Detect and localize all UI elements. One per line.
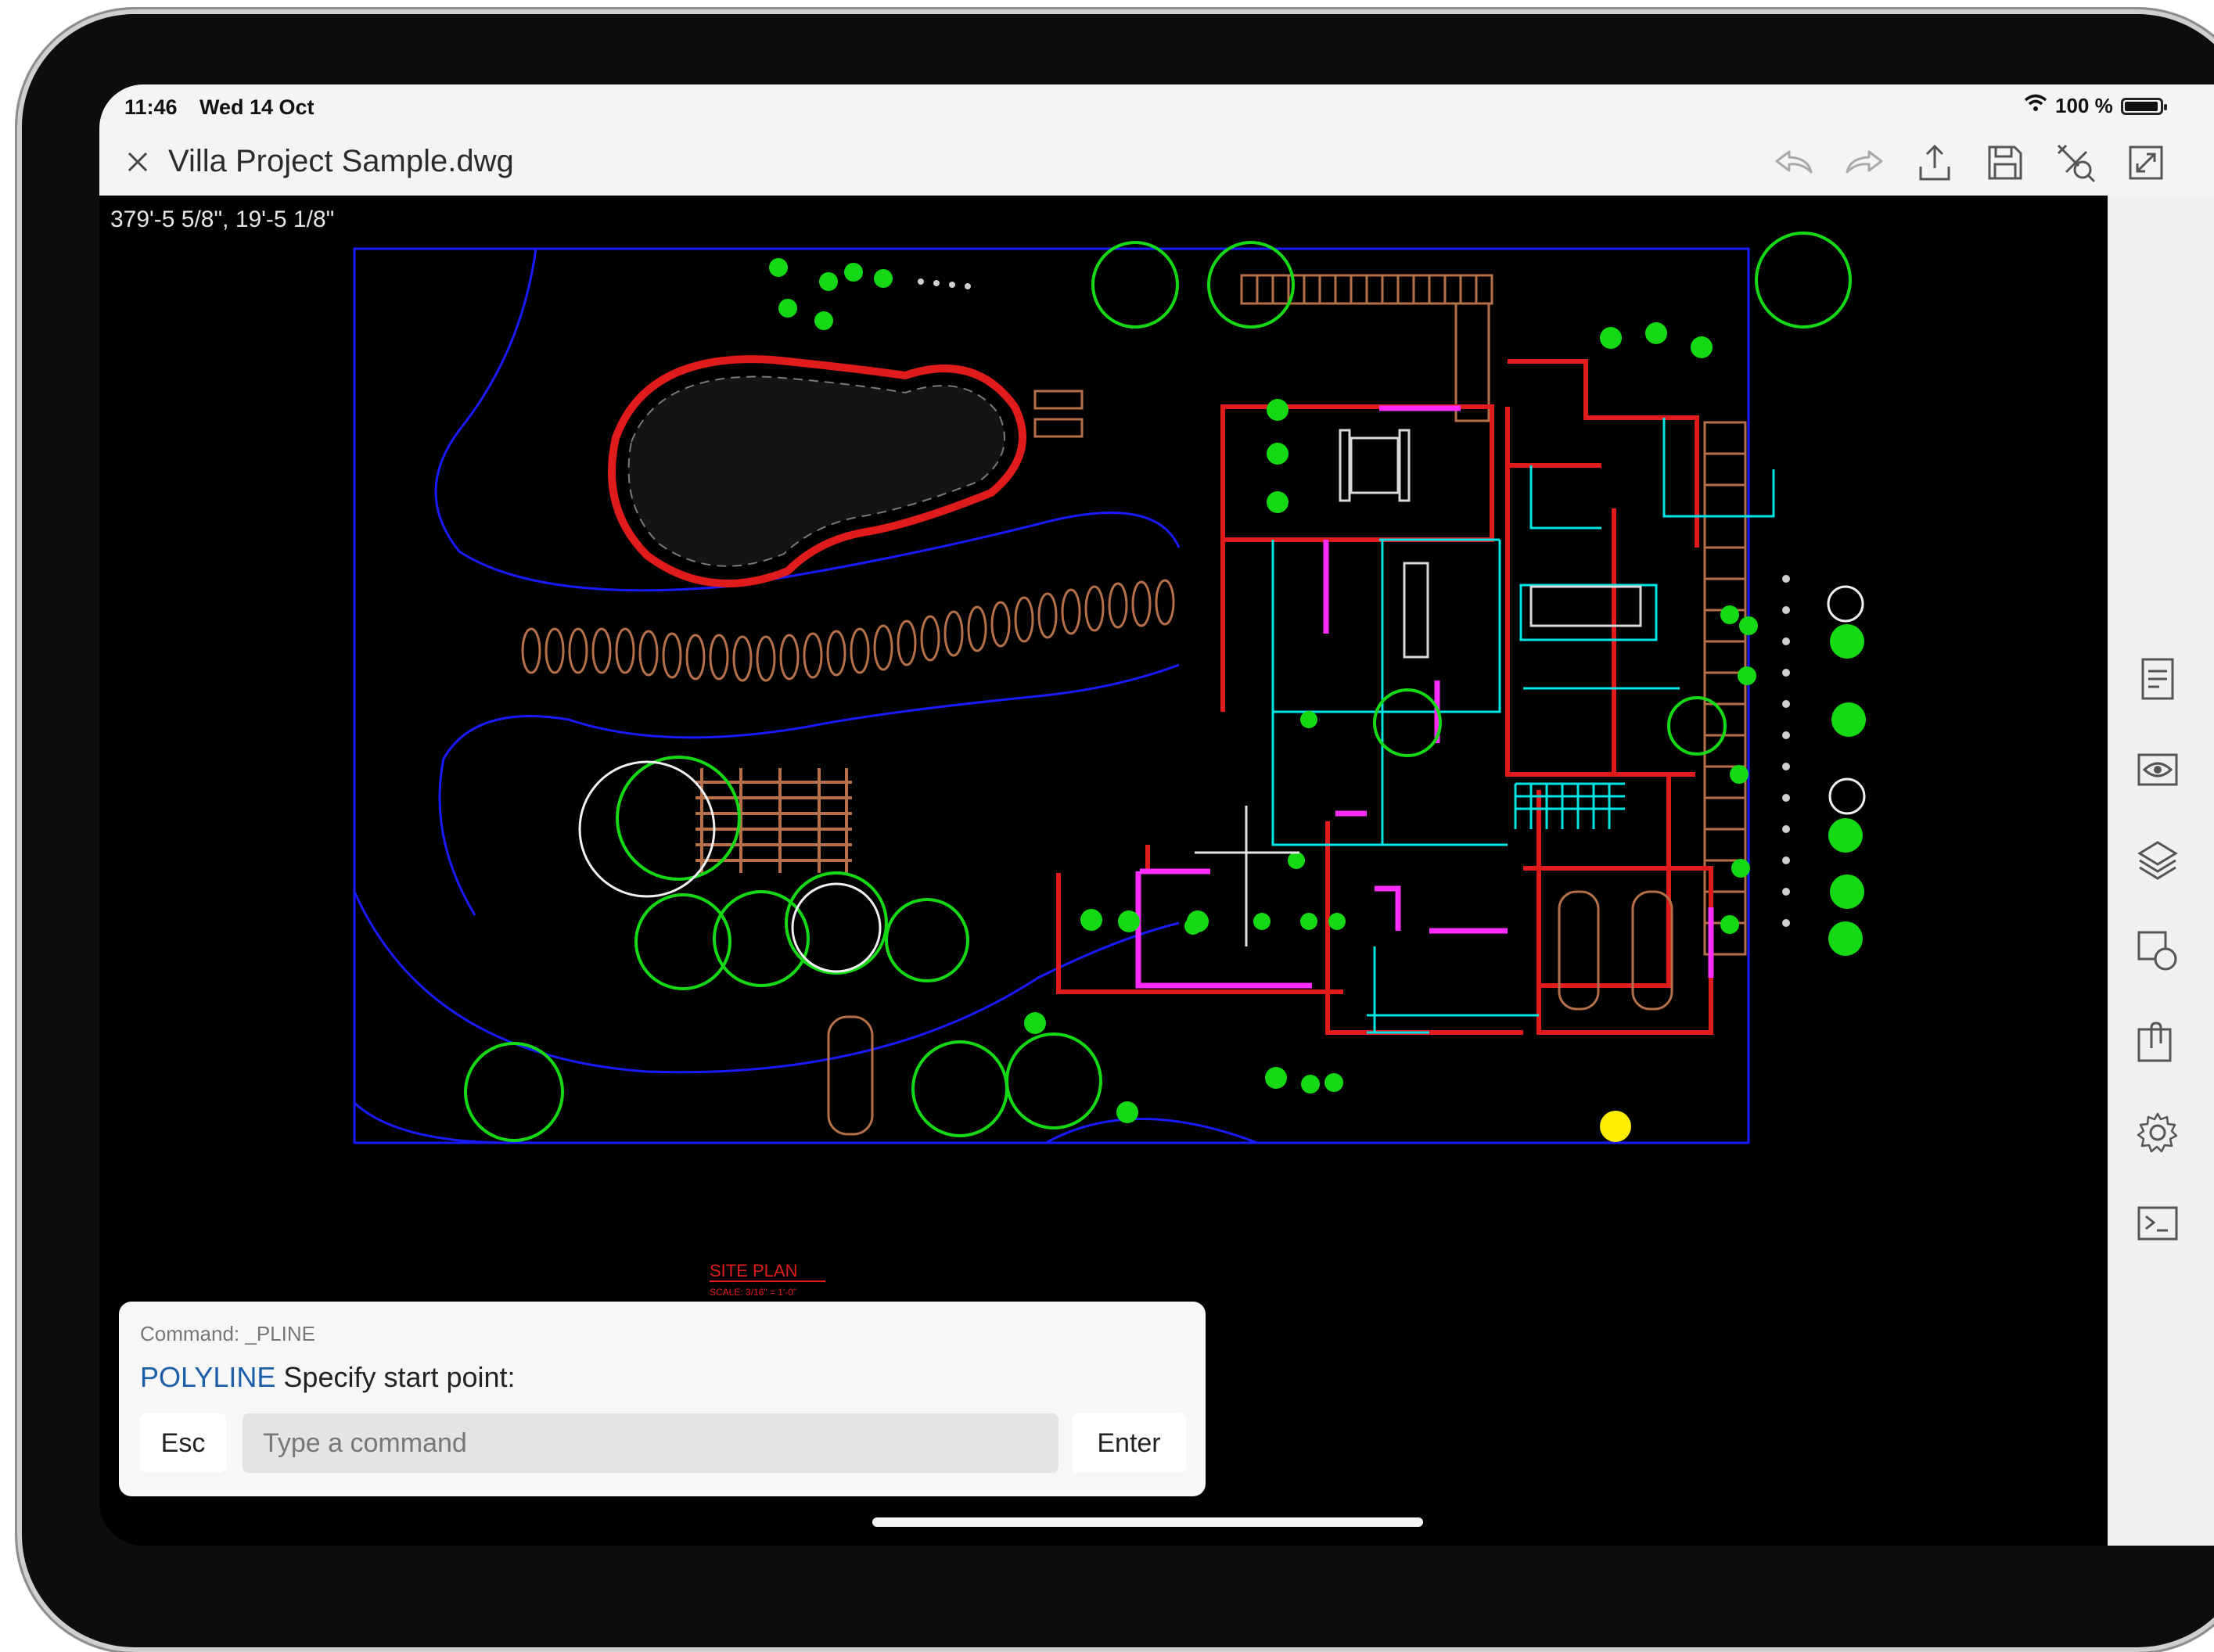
fence <box>1240 274 1493 422</box>
redo-icon <box>1846 150 1883 174</box>
annotate-icon <box>2137 1022 2172 1062</box>
save-button[interactable] <box>1983 141 2027 185</box>
location-marker[interactable] <box>1600 1111 1631 1142</box>
battery-level <box>2124 101 2158 111</box>
planter-dots <box>918 278 1790 927</box>
pool-water <box>627 375 1005 567</box>
command-prompt-text: Specify start point: <box>275 1361 516 1393</box>
pergola <box>695 768 852 873</box>
fullscreen-button[interactable] <box>2124 141 2168 185</box>
close-button[interactable] <box>120 144 156 180</box>
status-date: Wed 14 Oct <box>199 95 314 119</box>
path-curve <box>353 1101 507 1144</box>
properties-button[interactable] <box>2131 652 2184 706</box>
path-curve <box>438 663 1180 916</box>
battery-icon <box>2120 97 2167 115</box>
crosshair-cursor <box>1195 806 1299 946</box>
status-time: 11:46 <box>124 95 178 119</box>
layers-button[interactable] <box>2131 834 2184 887</box>
settings-button[interactable] <box>2131 1106 2184 1159</box>
settings-icon <box>2137 1112 2178 1153</box>
status-bar: 11:46 Wed 14 Oct 100 % <box>99 84 2214 128</box>
path-curve <box>353 891 1180 1074</box>
annotate-button[interactable] <box>2131 1015 2184 1068</box>
plan-title: SITE PLAN <box>710 1261 797 1280</box>
share-button[interactable] <box>1913 141 1957 185</box>
command-line-button[interactable] <box>2131 1197 2184 1250</box>
wifi-icon <box>2024 94 2047 118</box>
stepping-stones <box>521 579 1175 682</box>
document-title: Villa Project Sample.dwg <box>168 144 514 178</box>
trees <box>464 232 1852 1142</box>
command-panel: Command: _PLINE POLYLINE Specify start p… <box>119 1302 1206 1496</box>
close-icon <box>128 152 148 172</box>
command-input[interactable] <box>243 1413 1058 1473</box>
fullscreen-icon <box>2129 145 2163 180</box>
home-indicator[interactable] <box>872 1517 1423 1527</box>
redo-button[interactable] <box>1842 141 1886 185</box>
view-icon <box>2137 753 2178 786</box>
garage-cars <box>827 890 1673 1136</box>
app-screen: 11:46 Wed 14 Oct 100 % Villa Project Sam… <box>99 84 2214 1546</box>
layers-icon <box>2137 841 2178 880</box>
undo-icon <box>1775 150 1813 174</box>
command-keyword[interactable]: POLYLINE <box>140 1361 275 1393</box>
title-bar: Villa Project Sample.dwg <box>99 128 2214 196</box>
view-button[interactable] <box>2131 743 2184 796</box>
sun-lounger <box>1033 418 1084 438</box>
status-right: 100 % <box>2024 94 2167 118</box>
properties-icon <box>2141 658 2174 700</box>
command-history: Command: _PLINE <box>140 1322 315 1345</box>
draw-button[interactable] <box>2131 925 2184 978</box>
cursor-coordinates: 379'-5 5/8", 19'-5 1/8" <box>110 206 335 232</box>
undo-button[interactable] <box>1772 141 1816 185</box>
plan-scale: SCALE: 3/16" = 1'-0" <box>710 1287 796 1298</box>
stairs <box>1514 782 1625 829</box>
command-line-icon <box>2137 1206 2178 1241</box>
share-icon <box>1919 144 1950 181</box>
battery-percent: 100 % <box>2055 94 2113 117</box>
enter-button[interactable]: Enter <box>1072 1413 1186 1473</box>
right-toolbar <box>2108 196 2214 1546</box>
sun-lounger <box>1033 390 1084 410</box>
measure-button[interactable] <box>2054 141 2097 185</box>
esc-button[interactable]: Esc <box>140 1413 226 1473</box>
measure-icon <box>2057 144 2096 183</box>
command-prompt: POLYLINE Specify start point: <box>140 1361 516 1394</box>
save-icon <box>1988 145 2022 180</box>
draw-icon <box>2137 931 2177 971</box>
